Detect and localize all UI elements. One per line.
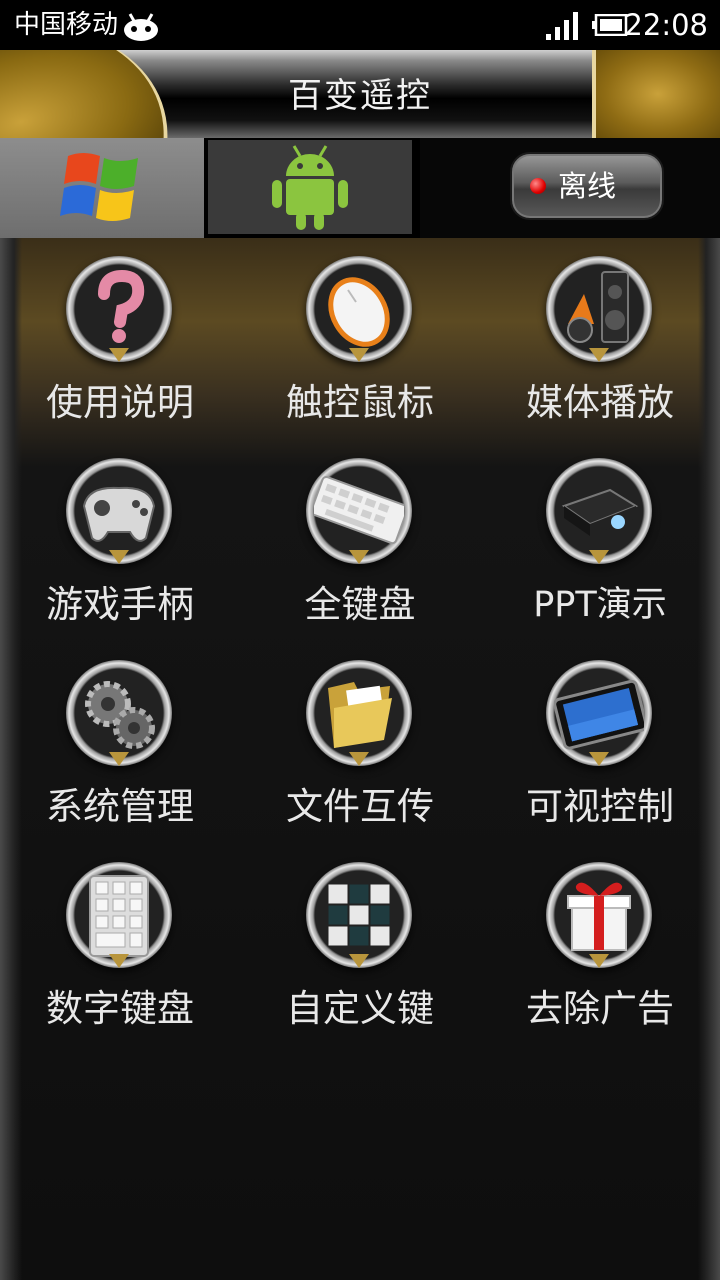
feature-label: 系统管理 [46,785,194,828]
mouse-icon [306,256,412,362]
title-bar: 百变遥控 [0,50,720,138]
feature-label: 全键盘 [304,583,416,626]
status-indicator-icon [530,178,546,194]
feature-label: 媒体播放 [526,381,674,424]
projector-icon [546,458,652,564]
feature-gamepad[interactable]: 游戏手柄 [0,440,240,640]
feature-mouse[interactable]: 触控鼠标 [240,238,480,438]
platform-tab-row: 离线 [0,138,720,238]
android-robot-icon [124,13,158,41]
feature-panel: 使用说明 触控鼠标 媒体播放 游戏手柄 全键盘 PPT演示 系统管理 文件互传 … [0,238,720,1280]
folder-icon [306,660,412,766]
feature-numpad[interactable]: 数字键盘 [0,844,240,1044]
connection-status-button[interactable]: 离线 [510,152,664,220]
feature-label: 游戏手柄 [46,583,194,626]
feature-label: 文件互传 [286,785,434,828]
feature-label: PPT演示 [533,585,667,625]
tab-android[interactable] [208,140,412,234]
feature-ppt[interactable]: PPT演示 [480,440,720,640]
cube-icon [306,862,412,968]
gamepad-icon [66,458,172,564]
tab-windows[interactable] [0,138,204,238]
feature-help[interactable]: 使用说明 [0,238,240,438]
gift-icon [546,862,652,968]
feature-label: 去除广告 [526,987,674,1030]
feature-label: 数字键盘 [46,987,194,1030]
connection-status-label: 离线 [558,169,617,203]
media-speaker-icon [546,256,652,362]
feature-label: 使用说明 [46,381,194,424]
battery-icon [592,14,628,36]
feature-media[interactable]: 媒体播放 [480,238,720,438]
feature-remove-ads[interactable]: 去除广告 [480,844,720,1044]
signal-icon [546,12,578,40]
android-logo-icon [272,145,348,230]
clock: 22:08 [624,8,708,42]
feature-label: 可视控制 [526,785,674,828]
tablet-icon [546,660,652,766]
status-bar: 中国移动 22:08 [0,0,720,50]
feature-label: 触控鼠标 [286,381,434,424]
carrier-name: 中国移动 [14,10,119,40]
feature-label: 自定义键 [286,987,434,1030]
feature-visual-control[interactable]: 可视控制 [480,642,720,842]
feature-system[interactable]: 系统管理 [0,642,240,842]
keyboard-icon [306,458,412,564]
feature-keyboard[interactable]: 全键盘 [240,440,480,640]
feature-file-transfer[interactable]: 文件互传 [240,642,480,842]
windows-logo-icon [60,153,138,221]
help-icon [66,256,172,362]
connection-area: 离线 [420,138,720,238]
app-title: 百变遥控 [288,76,432,116]
feature-custom-keys[interactable]: 自定义键 [240,844,480,1044]
gears-icon [66,660,172,766]
numpad-icon [66,862,172,968]
